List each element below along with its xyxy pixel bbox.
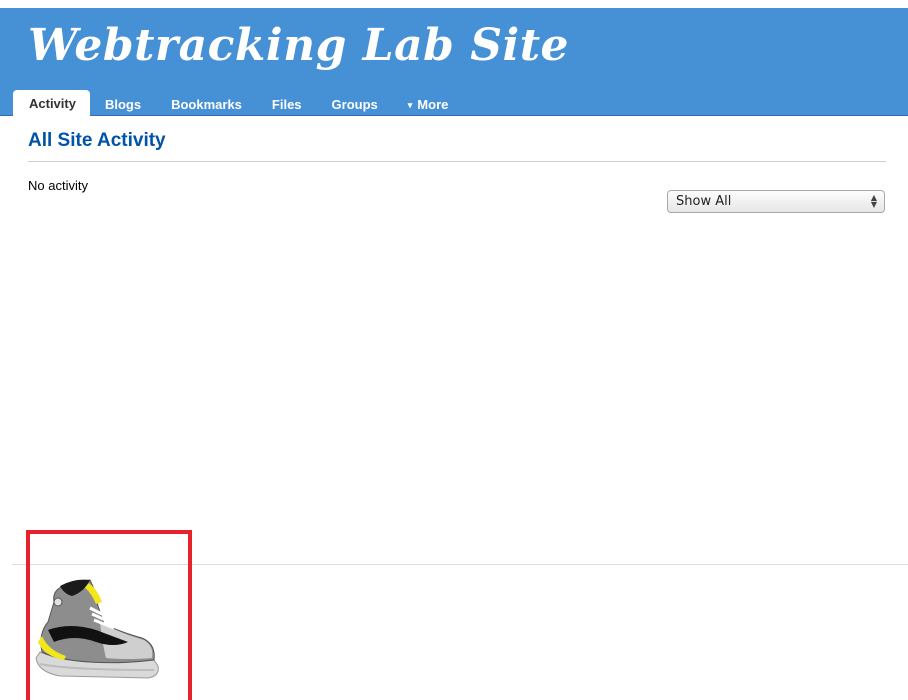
tab-blogs-label: Blogs: [104, 97, 142, 112]
tab-files[interactable]: Files: [257, 93, 317, 116]
site-header: Webtracking Lab Site Activity Blogs Book…: [0, 8, 908, 116]
caret-down-icon: ▾: [407, 100, 413, 110]
tab-files-label: Files: [271, 97, 302, 112]
tab-activity[interactable]: Activity: [13, 90, 90, 116]
tab-blogs[interactable]: Blogs: [90, 93, 156, 116]
main-nav: Activity Blogs Bookmarks Files Groups ▾ M…: [13, 89, 463, 116]
tab-bookmarks[interactable]: Bookmarks: [156, 93, 257, 116]
shoe-strap-dot: [53, 597, 63, 607]
tab-more-label: More: [417, 97, 449, 112]
tab-groups-label: Groups: [331, 97, 378, 112]
page-title: All Site Activity: [28, 130, 166, 151]
sneaker-ad-image[interactable]: [30, 572, 162, 684]
tab-activity-label: Activity: [29, 96, 76, 111]
activity-filter-select[interactable]: Show All ▲ ▼: [667, 190, 885, 213]
tab-groups[interactable]: Groups: [317, 93, 393, 116]
tab-more[interactable]: ▾ More: [393, 93, 464, 116]
tab-bookmarks-label: Bookmarks: [171, 97, 242, 112]
select-arrows-icon: ▲ ▼: [870, 193, 877, 209]
site-title[interactable]: Webtracking Lab Site: [28, 20, 569, 71]
empty-activity-message: No activity: [28, 178, 88, 193]
title-divider: [28, 161, 886, 162]
filter-selected-value: Show All: [676, 194, 732, 209]
top-overlay-strip: [0, 0, 908, 8]
